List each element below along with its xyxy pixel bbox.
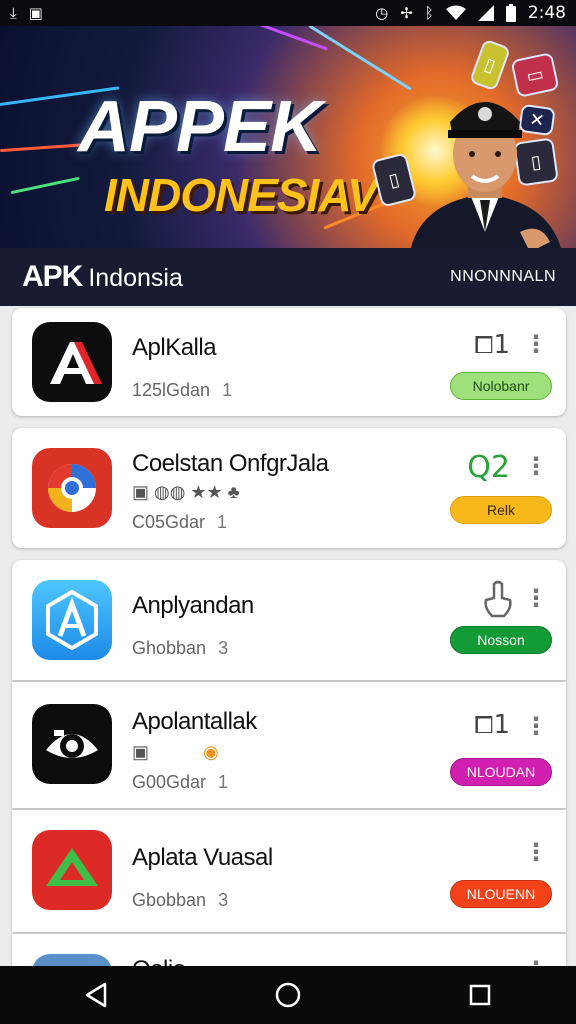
app-bar-menu-button[interactable]: NNONNNALN <box>450 268 556 286</box>
install-button[interactable]: Relk <box>450 496 552 524</box>
app-card[interactable]: Aplata Vuasal Gbobban 3 ⋮ NLOUENN <box>12 810 566 932</box>
red-a-logo-icon <box>32 322 112 402</box>
recents-button[interactable] <box>450 970 510 1020</box>
download-icon: ⤓ <box>10 3 17 22</box>
more-options-icon[interactable]: ⋮ <box>524 958 548 966</box>
app-card[interactable]: Apolantallak ▣ ◉ G00Gdar 1 ⧠1 ⋮ NLOUDAN <box>12 682 566 808</box>
side-stat: ⧠1 <box>474 330 510 360</box>
side-stat: ⧠1 <box>474 710 510 740</box>
green-triangle-logo-icon <box>32 830 112 910</box>
banner-title: APPEK <box>78 87 322 167</box>
app-icon[interactable] <box>32 704 112 784</box>
app-bar: APK Indonsia NNONNNALN <box>0 248 576 306</box>
app-card[interactable]: Oolio ⋮ <box>12 934 566 966</box>
battery-icon <box>505 4 516 22</box>
app-title-text: Indonsia <box>88 264 183 292</box>
phone-screen: ⤓ ▣ ◷ ✢ ᛒ 2:48 APPEK INDONESIAV ▯ ▭ ✕ ▯ … <box>0 0 576 1024</box>
more-options-icon[interactable]: ⋮ <box>524 714 548 738</box>
home-icon <box>275 982 301 1008</box>
back-button[interactable] <box>66 970 126 1020</box>
bluetooth-icon: ᛒ <box>424 3 434 22</box>
more-options-icon[interactable]: ⋮ <box>524 586 548 610</box>
app-meta: Ghobban 3 <box>132 638 228 659</box>
app-title: APK Indonsia <box>22 260 183 294</box>
status-time: 2:48 <box>527 3 566 23</box>
app-name: AplKalla <box>132 334 217 361</box>
more-options-icon[interactable]: ⋮ <box>524 454 548 478</box>
app-meta: Gbobban 3 <box>132 890 228 911</box>
app-badges: ▣ ◉ <box>132 742 219 763</box>
light-ray <box>10 176 80 195</box>
banner-subtitle: INDONESIAV <box>104 169 378 221</box>
app-name: Anplyandan <box>132 592 254 619</box>
app-downloads: 125lGdan <box>132 380 211 400</box>
back-icon <box>85 982 107 1008</box>
side-stat: Q2 <box>467 450 510 485</box>
more-options-icon[interactable]: ⋮ <box>524 840 548 864</box>
cell-signal-icon <box>477 5 494 21</box>
app-count: 1 <box>218 772 229 792</box>
app-meta: C05Gdar 1 <box>132 512 227 533</box>
touch-icon <box>484 580 512 618</box>
app-name: Oolio <box>132 956 186 966</box>
blue-a-logo-icon <box>32 580 112 660</box>
light-ray <box>308 26 412 91</box>
app-title-brand: APK <box>22 260 83 293</box>
app-downloads: C05Gdar <box>132 512 206 532</box>
app-icon[interactable] <box>32 830 112 910</box>
circle-logo-icon <box>32 448 112 528</box>
app-meta: G00Gdar 1 <box>132 772 228 793</box>
install-button[interactable]: NLOUENN <box>450 880 552 908</box>
recents-icon <box>469 984 491 1006</box>
partial-logo-icon[interactable] <box>32 954 112 966</box>
app-card[interactable]: AplKalla 125lGdan 1 ⧠1 ⋮ Nolobanr <box>12 308 566 416</box>
navigation-bar <box>0 966 576 1024</box>
app-name: Coelstan OnfgrJala <box>132 450 329 477</box>
app-downloads: G00Gdar <box>132 772 207 792</box>
app-count: 3 <box>218 890 229 910</box>
install-button[interactable]: Nosson <box>450 626 552 654</box>
copy-icon: ⧠ <box>474 711 494 739</box>
app-count: 1 <box>217 512 228 532</box>
app-icon[interactable] <box>32 322 112 402</box>
image-icon: ▣ <box>28 3 43 22</box>
emoji-badge-icon: ◉ <box>203 742 219 762</box>
promo-banner[interactable]: APPEK INDONESIAV ▯ ▭ ✕ ▯ ▯ <box>0 26 576 248</box>
app-count: 1 <box>222 380 233 400</box>
app-name: Aplata Vuasal <box>132 844 273 871</box>
app-downloads: Ghobban <box>132 638 207 658</box>
home-button[interactable] <box>258 970 318 1020</box>
app-card[interactable]: Anplyandan Ghobban 3 ⋮ Nosson <box>12 560 566 680</box>
officer-illustration <box>411 102 561 248</box>
status-bar: ⤓ ▣ ◷ ✢ ᛒ 2:48 <box>0 0 576 26</box>
app-badges: ▣ ◍◍ ★★ ♣ <box>132 482 240 502</box>
alarm-icon: ◷ <box>375 3 389 22</box>
bookmark-icon: ▣ <box>132 742 150 762</box>
app-card[interactable]: Coelstan OnfgrJala ▣ ◍◍ ★★ ♣ C05Gdar 1 Q2… <box>12 428 566 548</box>
app-meta: 125lGdan 1 <box>132 380 232 401</box>
wifi-icon <box>445 5 466 20</box>
more-options-icon[interactable]: ⋮ <box>524 332 548 356</box>
app-count: 3 <box>218 638 229 658</box>
app-downloads: Gbobban <box>132 890 207 910</box>
light-ray <box>0 142 90 153</box>
signal-alt-icon: ✢ <box>400 3 413 22</box>
app-name: Apolantallak <box>132 708 257 735</box>
camera-logo-icon <box>32 704 112 784</box>
app-icon[interactable] <box>32 448 112 528</box>
install-button[interactable]: Nolobanr <box>450 372 552 400</box>
install-button[interactable]: NLOUDAN <box>450 758 552 786</box>
app-icon[interactable] <box>32 580 112 660</box>
copy-icon: ⧠ <box>474 331 494 359</box>
app-list[interactable]: AplKalla 125lGdan 1 ⧠1 ⋮ Nolobanr Coelst… <box>0 306 576 966</box>
